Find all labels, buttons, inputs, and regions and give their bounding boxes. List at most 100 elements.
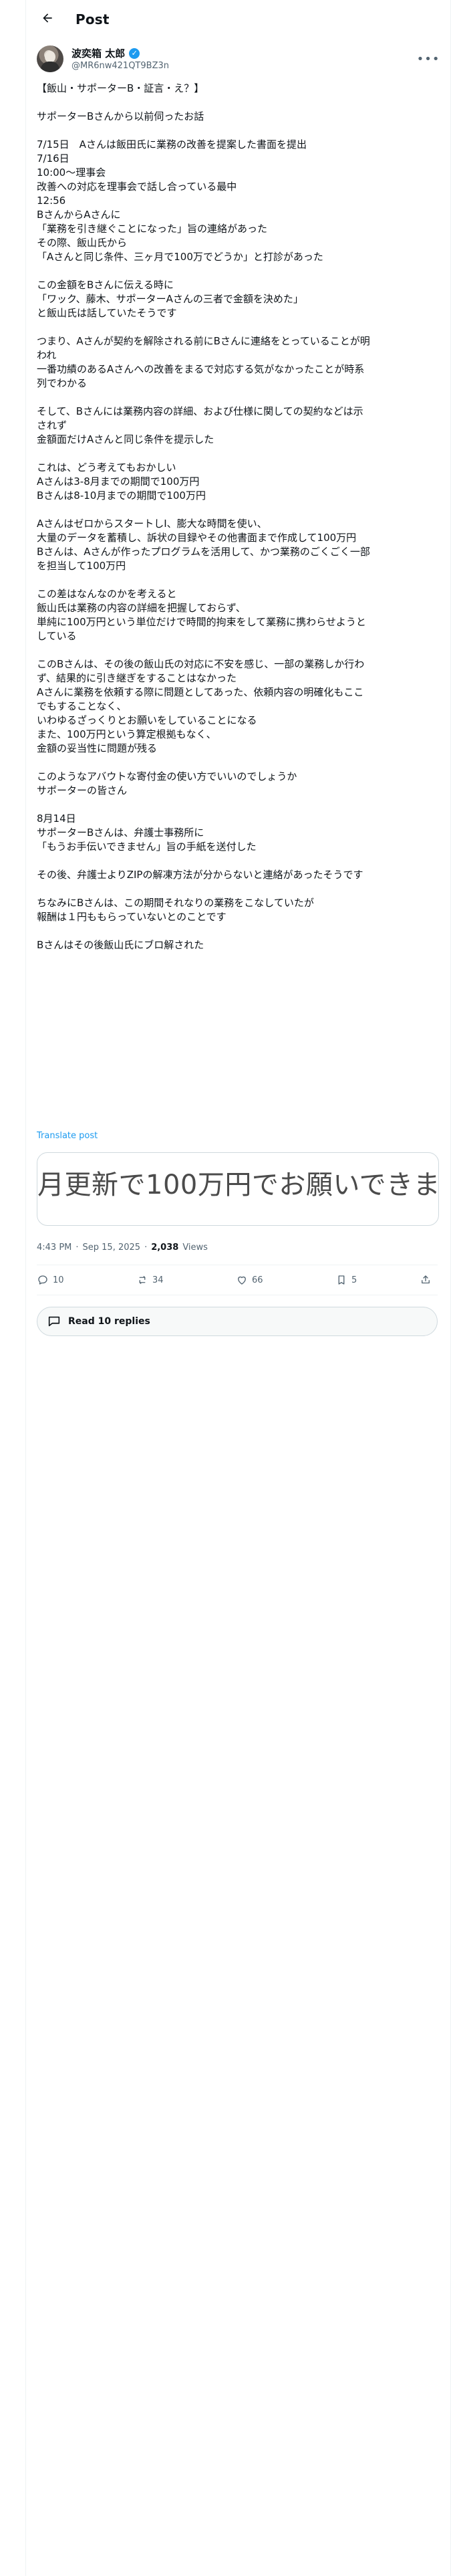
post-line: 8月14日 (37, 813, 76, 825)
share-icon (420, 1274, 432, 1286)
post-line: この金額をBさんに伝える時に (37, 279, 174, 291)
author-handle[interactable]: @MR6nw421QT9BZ3n (71, 61, 169, 71)
post-line (37, 124, 438, 138)
post-line: 飯山氏は業務の内容の詳細を把握しておらず、 (37, 602, 246, 614)
repost-count: 34 (152, 1275, 164, 1285)
author-row: 波奕箱 太郎 ✓ @MR6nw421QT9BZ3n ••• (37, 45, 440, 75)
post-header: Post (26, 0, 450, 39)
post-line: でもすることなく、 (37, 700, 127, 712)
post-line: われ (37, 349, 57, 361)
post-line (37, 96, 438, 110)
post-line: これは、どう考えてもおかしい (37, 461, 176, 473)
post-line (37, 391, 438, 405)
post-line: また、100万円という算定根拠もなく、 (37, 728, 216, 740)
post-line (37, 573, 438, 587)
post-line: 金額の妥当性に問題が残る (37, 742, 158, 754)
post-time[interactable]: 4:43 PM (37, 1243, 71, 1253)
back-arrow-icon (41, 11, 54, 27)
post-line: 金額面だけAさんと同じ条件を提示した (37, 433, 214, 445)
post-line: 7/15日 Aさんは飯田氏に業務の改善を提案した書面を提出 (37, 138, 307, 150)
post-line: 【飯山・サポーターB・証言・え？】 (37, 82, 204, 94)
meta-separator: · (144, 1243, 148, 1253)
post-detail-page: Post 波奕箱 太郎 ✓ @MR6nw421QT9BZ3n ••• 【飯山・サ… (0, 0, 451, 2576)
bookmark-count: 5 (351, 1275, 357, 1285)
post-line (37, 882, 438, 896)
views-label: Views (182, 1243, 208, 1253)
post-line: されず (37, 419, 67, 431)
post-text: 【飯山・サポーターB・証言・え？】 サポーターBさんから以前伺ったお話 7/15日 … (37, 82, 438, 952)
post-line: を担当して100万円 (37, 560, 126, 572)
back-button[interactable] (35, 7, 59, 31)
more-options-icon: ••• (416, 51, 440, 66)
post-line: 列でわかる (37, 377, 88, 389)
post-line: このBさんは、その後の飯山氏の対応に不安を感じ、一部の業務しか行わ (37, 658, 365, 670)
reply-count: 10 (53, 1275, 64, 1285)
translate-post-link[interactable]: Translate post (37, 1131, 98, 1141)
post-line: 報酬は１円ももらっていないとのことです (37, 911, 227, 923)
post-line (37, 854, 438, 868)
post-line: サポーターの皆さん (37, 784, 128, 796)
post-line: Aさんに業務を依頼する際に問題としてあった、依頼内容の明確化もここ (37, 686, 364, 698)
read-replies-button[interactable]: Read 10 replies (37, 1307, 438, 1336)
post-line: 10:00〜理事会 (37, 167, 106, 179)
page-title: Post (76, 11, 110, 27)
avatar-body (41, 62, 59, 72)
post-line: 大量のデータを蓄積し、訴状の目録やその他書面まで作成して100万円 (37, 532, 357, 544)
avatar[interactable] (37, 45, 63, 72)
more-options-button[interactable]: ••• (416, 49, 440, 68)
post-line (37, 264, 438, 278)
post-line: 12:56 (37, 195, 66, 207)
post-line: 一番功績のあるAさんへの改善をまるで対応する気がなかったことが時系 (37, 363, 365, 375)
post-line: Bさんは、Aさんが作ったプログラムを活用して、かつ業務のごくごく一部 (37, 546, 370, 558)
post-line: そして、Bさんには業務内容の詳細、および仕様に関しての契約などは示 (37, 405, 363, 417)
like-button[interactable]: 66 (236, 1269, 263, 1291)
views-count: 2,038 (151, 1243, 179, 1253)
left-border (25, 0, 26, 2576)
reply-icon (37, 1274, 49, 1286)
post-line: その後、弁護士よりZIPの解凍方法が分からないと連絡があったそうです (37, 869, 363, 881)
post-line: つまり、Aさんが契約を解除される前にBさんに連絡をとっていることが明 (37, 335, 370, 347)
bookmark-button[interactable]: 5 (335, 1269, 357, 1291)
post-line: と飯山氏は話していたそうです (37, 307, 177, 319)
post-line: このようなアバウトな寄付金の使い方でいいのでしょうか (37, 770, 297, 782)
post-media-card[interactable]: 月更新で100万円でお願いできますか？」 (37, 1152, 439, 1226)
post-line (37, 503, 438, 517)
post-line: 「業務を引き継ぐことになった」旨の連絡があった (37, 223, 268, 235)
post-line: 7/16日 (37, 152, 69, 165)
repost-icon (136, 1274, 148, 1286)
post-line: 「Aさんと同じ条件、三ヶ月で100万でどうか」と打診があった (37, 251, 323, 263)
share-button[interactable] (420, 1269, 432, 1291)
read-replies-label: Read 10 replies (68, 1316, 150, 1327)
author-name-line: 波奕箱 太郎 ✓ (71, 46, 140, 60)
post-actions: 10 34 66 5 (37, 1269, 438, 1291)
bookmark-icon (335, 1274, 347, 1286)
post-line: 「ワック、藤木、サポーターAさんの三者で金額を決めた」 (37, 293, 303, 305)
post-line: ず、結果的に引き継ぎをすることはなかった (37, 672, 237, 684)
media-caption-text: 月更新で100万円でお願いできますか？」 (37, 1170, 439, 1200)
reply-button[interactable]: 10 (37, 1269, 64, 1291)
post-line: この差はなんなのかを考えると (37, 588, 177, 600)
post-line: BさんからAさんに (37, 209, 121, 221)
like-icon (236, 1274, 248, 1286)
post-line (37, 643, 438, 657)
verified-badge-icon: ✓ (129, 47, 140, 59)
post-line: その際、飯山氏から (37, 237, 128, 249)
author-display-name[interactable]: 波奕箱 太郎 (71, 46, 125, 60)
post-line: サポーターBさんは、弁護士事務所に (37, 827, 204, 839)
post-meta: 4:43 PM · Sep 15, 2025 · 2,038 Views (37, 1243, 208, 1253)
post-line: 単純に100万円という単位だけで時間的拘束をして業務に携わらせようと (37, 616, 366, 628)
repost-button[interactable]: 34 (136, 1269, 164, 1291)
post-line: Aさんは3-8月までの期間で100万円 (37, 475, 200, 488)
post-line: ちなみにBさんは、この期間それなりの業務をこなしていたが (37, 897, 314, 909)
post-line: している (37, 630, 77, 642)
post-line (37, 320, 438, 334)
post-line: Bさんは8-10月までの期間で100万円 (37, 490, 206, 502)
post-line (37, 756, 438, 770)
post-date[interactable]: Sep 15, 2025 (83, 1243, 141, 1253)
post-line: AさんはゼロからスタートしI、膨大な時間を使い、 (37, 518, 267, 530)
post-line: いわゆるざっくりとお願いをしていることになる (37, 714, 257, 726)
meta-separator: · (76, 1243, 79, 1253)
post-line: Bさんはその後飯山氏にブロ解された (37, 939, 204, 951)
like-count: 66 (252, 1275, 263, 1285)
post-line (37, 447, 438, 461)
